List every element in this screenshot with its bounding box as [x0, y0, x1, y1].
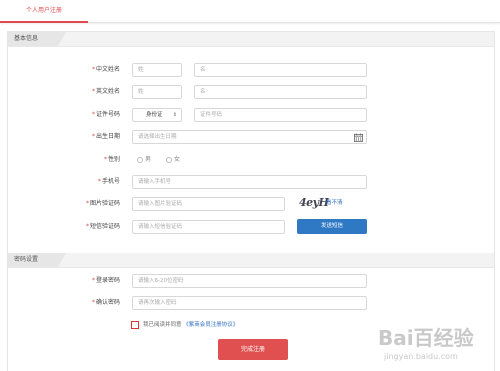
captcha-refresh-link[interactable]: 看不清 — [326, 199, 343, 207]
image-code-input[interactable]: 请输入图片验证码 — [132, 197, 285, 211]
login-password-input[interactable]: 请输入6-20位密码 — [132, 274, 367, 288]
sms-code-input[interactable]: 请输入短信验证码 — [132, 220, 285, 234]
agreement-link[interactable]: 《紫商会员注册协议》 — [183, 322, 238, 328]
image-code-label: *图片验证码 — [85, 200, 120, 207]
id-number-label: *证件号码 — [91, 111, 120, 118]
gender-female-label: 女 — [174, 156, 181, 163]
section-header-basic: 基本信息 — [8, 32, 494, 47]
captcha-image[interactable]: 4eyH — [299, 196, 329, 209]
id-number-input[interactable]: 证件号码 — [194, 108, 367, 122]
select-arrows-icon: ⇕ — [172, 112, 177, 118]
phone-label: *手机号 — [97, 178, 120, 185]
gender-label: *性别 — [103, 156, 120, 163]
chinese-name-label: *中文姓名 — [91, 66, 120, 73]
chinese-surname-input[interactable]: 姓 — [132, 63, 182, 77]
watermark-url: jingyan.baidu.com — [384, 352, 458, 361]
gender-male-radio[interactable] — [137, 157, 143, 163]
phone-input[interactable]: 请输入手机号 — [132, 175, 367, 189]
english-given-name-input[interactable]: 名 — [194, 85, 367, 99]
tab-personal-registration[interactable]: 个人用户注册 — [0, 0, 88, 23]
login-password-label: *登录密码 — [91, 277, 120, 284]
watermark-brand: Bai百经验 — [378, 326, 474, 350]
gender-male-label: 男 — [145, 156, 152, 163]
english-name-label: *英文姓名 — [91, 88, 120, 95]
confirm-password-input[interactable]: 请再次输入密码 — [132, 296, 367, 310]
english-surname-input[interactable]: 姓 — [132, 85, 182, 99]
gender-female-radio[interactable] — [166, 157, 172, 163]
tab-bar: 个人用户注册 — [0, 0, 500, 23]
agreement-text: 我已阅读并同意 《紫商会员注册协议》 — [143, 321, 238, 329]
calendar-icon[interactable] — [354, 133, 363, 142]
section-header-password: 密码设置 — [8, 253, 494, 268]
birth-date-label: *出生日期 — [91, 133, 120, 140]
id-type-value: 身份证 — [146, 112, 163, 118]
complete-registration-button[interactable]: 完成注册 — [218, 339, 288, 360]
confirm-password-label: *确认密码 — [91, 299, 120, 306]
birth-date-placeholder: 请选择出生日期 — [138, 134, 177, 140]
chinese-given-name-input[interactable]: 名 — [194, 63, 367, 77]
sms-code-label: *短信验证码 — [85, 223, 120, 230]
agreement-checkbox[interactable] — [131, 321, 139, 329]
send-sms-button[interactable]: 发送短信 — [297, 219, 367, 234]
watermark: Bai百经验 jingyan.baidu.com — [378, 322, 496, 368]
birth-date-input[interactable]: 请选择出生日期 — [132, 130, 367, 144]
section-title-password: 密码设置 — [14, 256, 39, 263]
agreement-prefix: 我已阅读并同意 — [143, 322, 182, 328]
id-type-select[interactable]: 身份证 ⇕ — [132, 108, 182, 122]
section-title-basic: 基本信息 — [14, 35, 39, 42]
